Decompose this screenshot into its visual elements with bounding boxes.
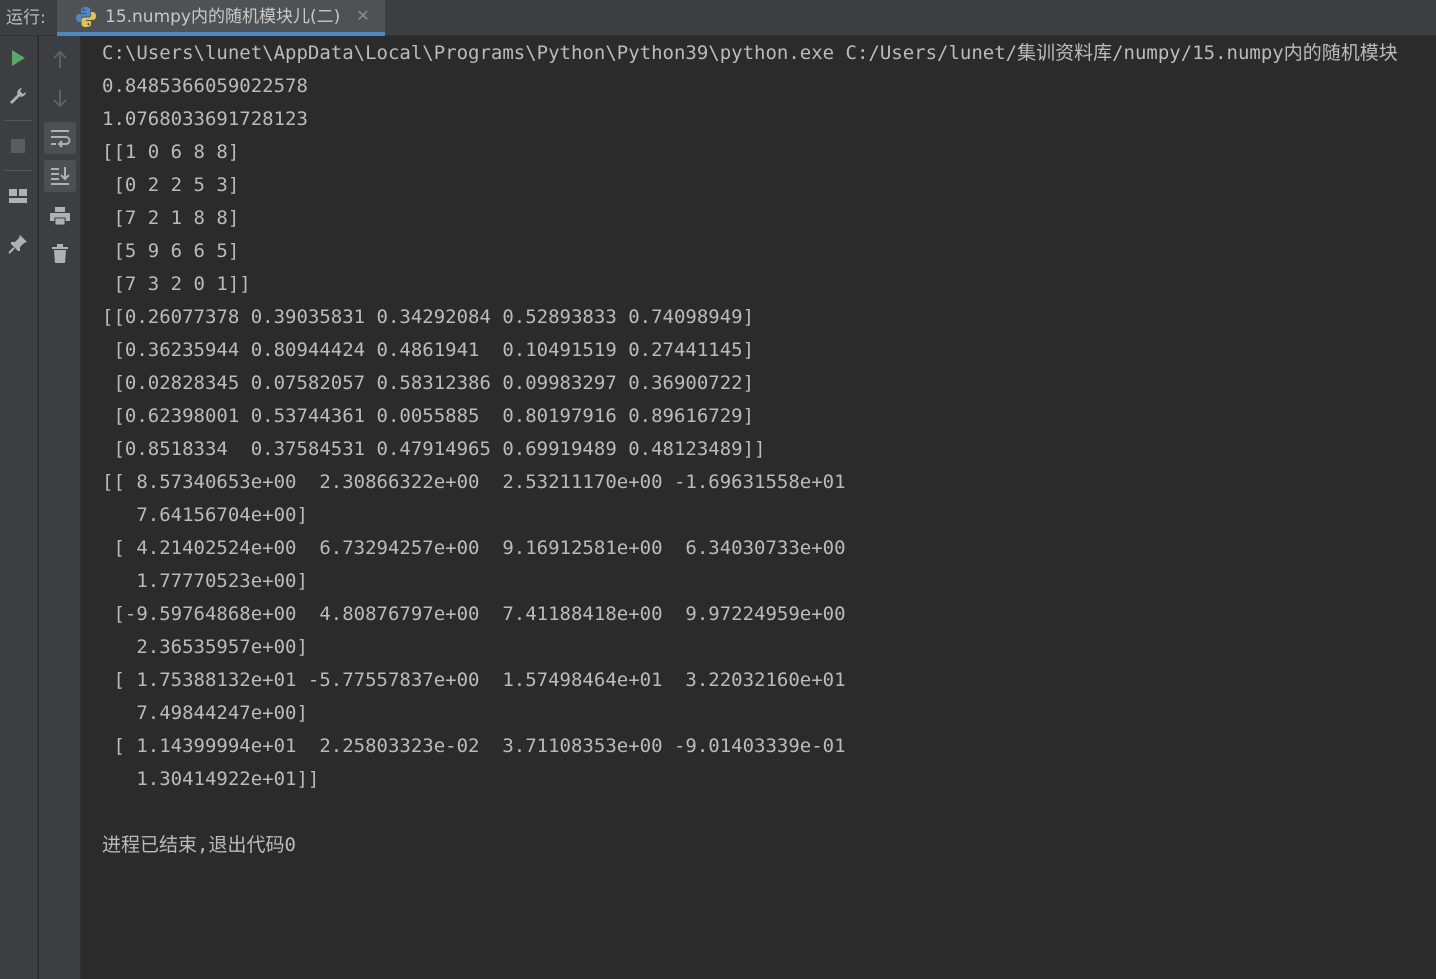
console-line: [5 9 6 6 5] bbox=[102, 240, 240, 262]
stop-icon bbox=[2, 130, 34, 162]
close-icon[interactable]: ✕ bbox=[355, 8, 371, 24]
console-output[interactable]: C:\Users\lunet\AppData\Local\Programs\Py… bbox=[82, 36, 1436, 979]
soft-wrap-icon[interactable] bbox=[44, 122, 76, 154]
console-line: [[1 0 6 8 8] bbox=[102, 141, 240, 163]
console-line: [ 4.21402524e+00 6.73294257e+00 9.169125… bbox=[102, 537, 846, 559]
console-line: [0.62398001 0.53744361 0.0055885 0.80197… bbox=[102, 405, 755, 427]
rerun-icon[interactable] bbox=[2, 42, 34, 74]
console-line: [ 1.75388132e+01 -5.77557837e+00 1.57498… bbox=[102, 669, 846, 691]
run-tab[interactable]: 15.numpy内的随机模块儿(二) ✕ bbox=[57, 0, 385, 36]
run-toolbar-left bbox=[0, 36, 38, 979]
console-line: [7 3 2 0 1]] bbox=[102, 273, 251, 295]
console-line: [0.02828345 0.07582057 0.58312386 0.0998… bbox=[102, 372, 755, 394]
console-line: 2.36535957e+00] bbox=[102, 636, 308, 658]
python-icon bbox=[76, 7, 96, 27]
console-line: [-9.59764868e+00 4.80876797e+00 7.411884… bbox=[102, 603, 846, 625]
scroll-to-end-icon[interactable] bbox=[44, 160, 76, 192]
layout-icon[interactable] bbox=[2, 180, 34, 212]
console-line: 1.0768033691728123 bbox=[102, 108, 308, 130]
run-label: 运行: bbox=[6, 8, 46, 28]
down-arrow-icon bbox=[44, 82, 76, 114]
console-line: 1.77770523e+00] bbox=[102, 570, 308, 592]
console-line: 7.64156704e+00] bbox=[102, 504, 308, 526]
console-line: [ 1.14399994e+01 2.25803323e-02 3.711083… bbox=[102, 735, 846, 757]
trash-icon[interactable] bbox=[44, 238, 76, 270]
process-exit-message: 进程已结束,退出代码0 bbox=[102, 834, 296, 856]
print-icon[interactable] bbox=[44, 200, 76, 232]
console-line: 0.8485366059022578 bbox=[102, 75, 308, 97]
up-arrow-icon bbox=[44, 44, 76, 76]
console-line: 7.49844247e+00] bbox=[102, 702, 308, 724]
console-line: [0.8518334 0.37584531 0.47914965 0.69919… bbox=[102, 438, 766, 460]
run-toolbar-right bbox=[39, 36, 81, 979]
console-line: [[ 8.57340653e+00 2.30866322e+00 2.53211… bbox=[102, 471, 846, 493]
run-tool-window-header: 运行: 15.numpy内的随机模块儿(二) ✕ bbox=[0, 0, 1436, 36]
console-line: [[0.26077378 0.39035831 0.34292084 0.528… bbox=[102, 306, 755, 328]
console-line: [7 2 1 8 8] bbox=[102, 207, 240, 229]
console-line: C:\Users\lunet\AppData\Local\Programs\Py… bbox=[102, 42, 1398, 64]
console-line: [0 2 2 5 3] bbox=[102, 174, 240, 196]
pin-icon[interactable] bbox=[2, 228, 34, 260]
console-line: [0.36235944 0.80944424 0.4861941 0.10491… bbox=[102, 339, 755, 361]
wrench-icon[interactable] bbox=[2, 80, 34, 112]
tab-title: 15.numpy内的随机模块儿(二) bbox=[105, 7, 341, 27]
console-line: 1.30414922e+01]] bbox=[102, 768, 320, 790]
